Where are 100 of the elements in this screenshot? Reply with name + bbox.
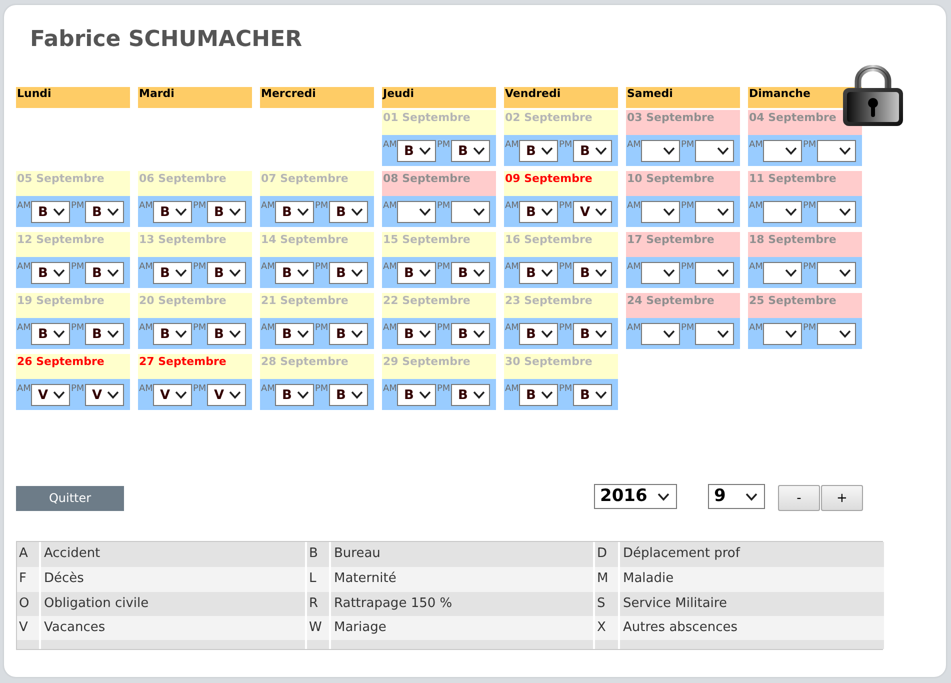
- pm-select[interactable]: B: [573, 323, 612, 345]
- quit-button[interactable]: Quitter: [16, 486, 124, 510]
- pm-select[interactable]: B: [573, 140, 612, 162]
- pm-label: PM: [71, 384, 85, 395]
- chevron-down-icon: [419, 208, 431, 216]
- am-label: AM: [261, 201, 275, 212]
- am-select[interactable]: B: [153, 323, 192, 345]
- pm-select[interactable]: [817, 201, 856, 223]
- pm-label: PM: [437, 262, 451, 273]
- am-select[interactable]: [763, 262, 802, 284]
- am-select[interactable]: V: [153, 384, 192, 406]
- chevron-down-icon: [419, 147, 431, 155]
- am-select[interactable]: V: [31, 384, 70, 406]
- am-select[interactable]: B: [397, 262, 436, 284]
- pm-select[interactable]: B: [85, 262, 124, 284]
- am-select[interactable]: B: [275, 323, 314, 345]
- am-label: AM: [383, 262, 397, 273]
- am-select[interactable]: B: [397, 323, 436, 345]
- am-select[interactable]: B: [275, 384, 314, 406]
- date-cell: 19 Septembre: [16, 293, 130, 318]
- am-select[interactable]: B: [397, 140, 436, 162]
- pm-select[interactable]: [695, 262, 734, 284]
- chevron-down-icon: [839, 208, 851, 216]
- am-select[interactable]: [641, 323, 680, 345]
- pm-select[interactable]: B: [451, 140, 490, 162]
- am-select[interactable]: B: [275, 262, 314, 284]
- pm-label: PM: [803, 201, 817, 212]
- pm-select[interactable]: V: [573, 201, 612, 223]
- chevron-down-icon: [785, 208, 797, 216]
- pm-select[interactable]: [695, 140, 734, 162]
- date-cell: 03 Septembre: [626, 110, 740, 135]
- pm-select[interactable]: [695, 323, 734, 345]
- am-select[interactable]: B: [519, 140, 558, 162]
- am-select[interactable]: B: [397, 384, 436, 406]
- pm-select[interactable]: [817, 140, 856, 162]
- am-select[interactable]: B: [519, 262, 558, 284]
- pm-select[interactable]: B: [85, 323, 124, 345]
- am-select[interactable]: B: [31, 262, 70, 284]
- am-label: AM: [749, 140, 763, 151]
- am-select[interactable]: B: [31, 201, 70, 223]
- am-label: AM: [383, 323, 397, 334]
- date-cell: 13 Septembre: [138, 232, 252, 257]
- am-select[interactable]: [763, 323, 802, 345]
- date-cell: 02 Septembre: [504, 110, 618, 135]
- pm-select[interactable]: B: [207, 201, 246, 223]
- am-select[interactable]: B: [519, 323, 558, 345]
- pm-select[interactable]: B: [207, 262, 246, 284]
- chevron-down-icon: [839, 330, 851, 338]
- date-cell: 28 Septembre: [260, 354, 374, 379]
- legend-code-cell: F: [17, 567, 39, 592]
- pm-select[interactable]: [817, 262, 856, 284]
- pm-select[interactable]: B: [451, 262, 490, 284]
- am-label: AM: [383, 140, 397, 151]
- am-select[interactable]: [641, 201, 680, 223]
- pm-select[interactable]: B: [329, 384, 368, 406]
- pm-select[interactable]: B: [329, 323, 368, 345]
- pm-select[interactable]: B: [329, 262, 368, 284]
- am-select[interactable]: [763, 201, 802, 223]
- pm-select[interactable]: B: [451, 323, 490, 345]
- am-select[interactable]: B: [519, 201, 558, 223]
- chevron-down-icon: [297, 208, 309, 216]
- pm-select[interactable]: B: [573, 384, 612, 406]
- am-select[interactable]: [397, 201, 436, 223]
- pm-select[interactable]: B: [573, 262, 612, 284]
- am-select[interactable]: B: [275, 201, 314, 223]
- chevron-down-icon: [53, 208, 65, 216]
- am-select[interactable]: [641, 262, 680, 284]
- pm-select[interactable]: V: [85, 384, 124, 406]
- am-select[interactable]: [763, 140, 802, 162]
- year-select[interactable]: 2016: [594, 484, 677, 509]
- legend-code-cell: S: [595, 592, 618, 616]
- chevron-down-icon: [595, 330, 607, 338]
- chevron-down-icon: [745, 492, 758, 500]
- chevron-down-icon: [663, 147, 675, 155]
- date-cell: 27 Septembre: [138, 354, 252, 379]
- pm-select[interactable]: [817, 323, 856, 345]
- pm-select[interactable]: [695, 201, 734, 223]
- weekday-header: Jeudi: [382, 87, 496, 108]
- pm-select[interactable]: [451, 201, 490, 223]
- pm-select[interactable]: V: [207, 384, 246, 406]
- pm-label: PM: [193, 262, 207, 273]
- am-select[interactable]: B: [519, 384, 558, 406]
- decrement-button[interactable]: -: [778, 485, 820, 511]
- pm-select[interactable]: B: [85, 201, 124, 223]
- chevron-down-icon: [785, 330, 797, 338]
- chevron-down-icon: [229, 269, 241, 277]
- am-select[interactable]: [641, 140, 680, 162]
- pm-select[interactable]: B: [207, 323, 246, 345]
- am-select[interactable]: B: [153, 201, 192, 223]
- pm-select[interactable]: B: [451, 384, 490, 406]
- pm-select[interactable]: B: [329, 201, 368, 223]
- chevron-down-icon: [229, 330, 241, 338]
- pm-label: PM: [803, 140, 817, 151]
- am-select[interactable]: B: [153, 262, 192, 284]
- am-select[interactable]: B: [31, 323, 70, 345]
- chevron-down-icon: [541, 391, 553, 399]
- chevron-down-icon: [297, 330, 309, 338]
- date-cell: 12 Septembre: [16, 232, 130, 257]
- month-select[interactable]: 9: [708, 484, 765, 509]
- increment-button[interactable]: +: [821, 485, 863, 511]
